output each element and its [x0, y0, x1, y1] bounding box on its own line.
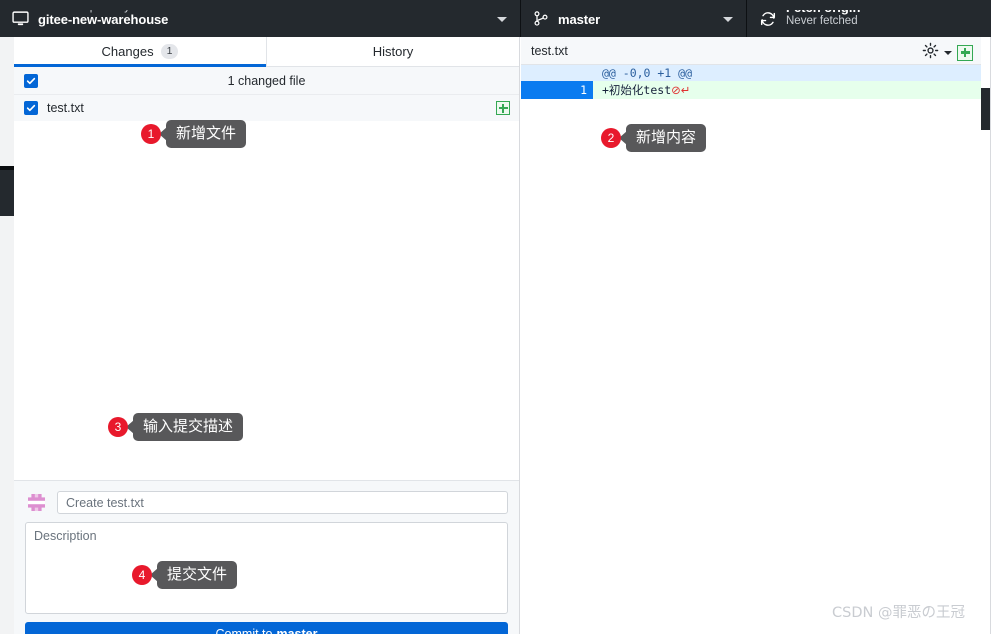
diff-hunk-gutter-new — [557, 65, 593, 81]
diff-gutter-new: 1 — [557, 81, 593, 99]
current-branch-button[interactable]: Current branch master — [521, 0, 746, 37]
window-right-ghost-gap — [981, 0, 991, 634]
repository-chevron-down-icon[interactable] — [497, 16, 507, 22]
commit-summary-row: Create test.txt — [25, 491, 508, 514]
annotation-3-text: 输入提交描述 — [133, 413, 244, 442]
app-window: Current repository gitee-new-warehouse C… — [0, 0, 991, 634]
window-left-ghost-dark-edge — [0, 166, 14, 170]
file-list-item[interactable]: test.txt — [14, 95, 519, 121]
fetch-origin-status: Never fetched — [786, 14, 858, 27]
diff-line-content: +初始化test⊘↵ — [593, 81, 690, 99]
tab-changes[interactable]: Changes 1 — [14, 37, 266, 67]
watermark: CSDN @罪恶の王冠 — [832, 605, 965, 621]
annotation-1-number: 1 — [141, 124, 161, 145]
top-toolbar: Current repository gitee-new-warehouse C… — [0, 0, 991, 37]
changed-files-count-label: 1 changed file — [227, 73, 306, 88]
window-left-ghost-strip — [0, 0, 14, 634]
annotation-4-number: 4 — [132, 565, 152, 586]
window-left-ghost-dark-block — [0, 170, 14, 216]
file-list-empty-space — [14, 121, 519, 447]
annotation-2-number: 2 — [601, 128, 621, 149]
commit-button-prefix: Commit to — [215, 627, 273, 634]
branch-chevron-down-icon[interactable] — [723, 16, 733, 22]
diff-gutter-old — [521, 81, 557, 99]
file-checkbox[interactable] — [24, 101, 38, 115]
tab-changes-count: 1 — [160, 43, 179, 60]
diff-added-status-icon — [957, 44, 973, 61]
annotation-callout-4: 4 提交文件 — [132, 561, 238, 590]
tab-changes-label: Changes — [101, 44, 154, 59]
annotation-1-text: 新增文件 — [166, 120, 247, 149]
annotation-2-text: 新增内容 — [626, 124, 707, 153]
diff-hunk-row: @@ -0,0 +1 @@ — [521, 65, 981, 81]
changed-files-summary-row: 1 changed file — [14, 67, 519, 95]
commit-description-input[interactable]: Description — [25, 522, 508, 614]
desktop-icon — [12, 10, 29, 27]
changes-pane: Changes 1 History 1 changed file test.tx… — [14, 37, 520, 634]
commit-button-branch: master — [276, 627, 318, 634]
diff-added-row[interactable]: 1 +初始化test⊘↵ — [521, 81, 981, 99]
diff-hunk-gutter-old — [521, 65, 557, 81]
diff-eol-marker: ⊘↵ — [671, 83, 691, 97]
tab-history-label: History — [372, 44, 414, 59]
diff-pane: test.txt @@ -0,0 +1 @@ 1 +初始化test⊘↵ — [521, 37, 981, 634]
gear-icon[interactable] — [922, 42, 939, 64]
branch-icon — [533, 10, 549, 27]
annotation-3-number: 3 — [108, 417, 128, 438]
file-added-status-icon — [496, 101, 510, 115]
current-branch-value: master — [558, 12, 601, 28]
diff-options-chevron-down-icon[interactable] — [944, 50, 952, 55]
sync-icon — [759, 10, 777, 28]
commit-summary-input[interactable]: Create test.txt — [57, 491, 508, 514]
annotation-callout-3: 3 输入提交描述 — [108, 413, 244, 442]
diff-header: test.txt — [521, 37, 981, 65]
fetch-origin-button[interactable]: Fetch origin Never fetched — [747, 0, 991, 37]
avatar — [25, 491, 48, 514]
current-repository-button[interactable]: Current repository gitee-new-warehouse — [0, 0, 520, 37]
pane-tabs: Changes 1 History — [14, 37, 519, 67]
annotation-4-text: 提交文件 — [157, 561, 238, 590]
diff-file-name: test.txt — [531, 43, 568, 58]
annotation-callout-2: 2 新增内容 — [601, 124, 707, 153]
diff-line-text: +初始化test — [602, 83, 672, 97]
commit-form: Create test.txt Description Commit to ma… — [14, 480, 519, 634]
diff-header-actions — [922, 42, 973, 64]
diff-hunk-header: @@ -0,0 +1 @@ — [602, 66, 693, 80]
window-right-ghost-dark-block — [981, 88, 991, 130]
commit-to-master-button[interactable]: Commit to master — [25, 622, 508, 634]
tab-history[interactable]: History — [266, 37, 519, 66]
current-repository-value: gitee-new-warehouse — [38, 12, 169, 28]
annotation-callout-1: 1 新增文件 — [141, 120, 247, 149]
file-name-label: test.txt — [47, 101, 84, 115]
